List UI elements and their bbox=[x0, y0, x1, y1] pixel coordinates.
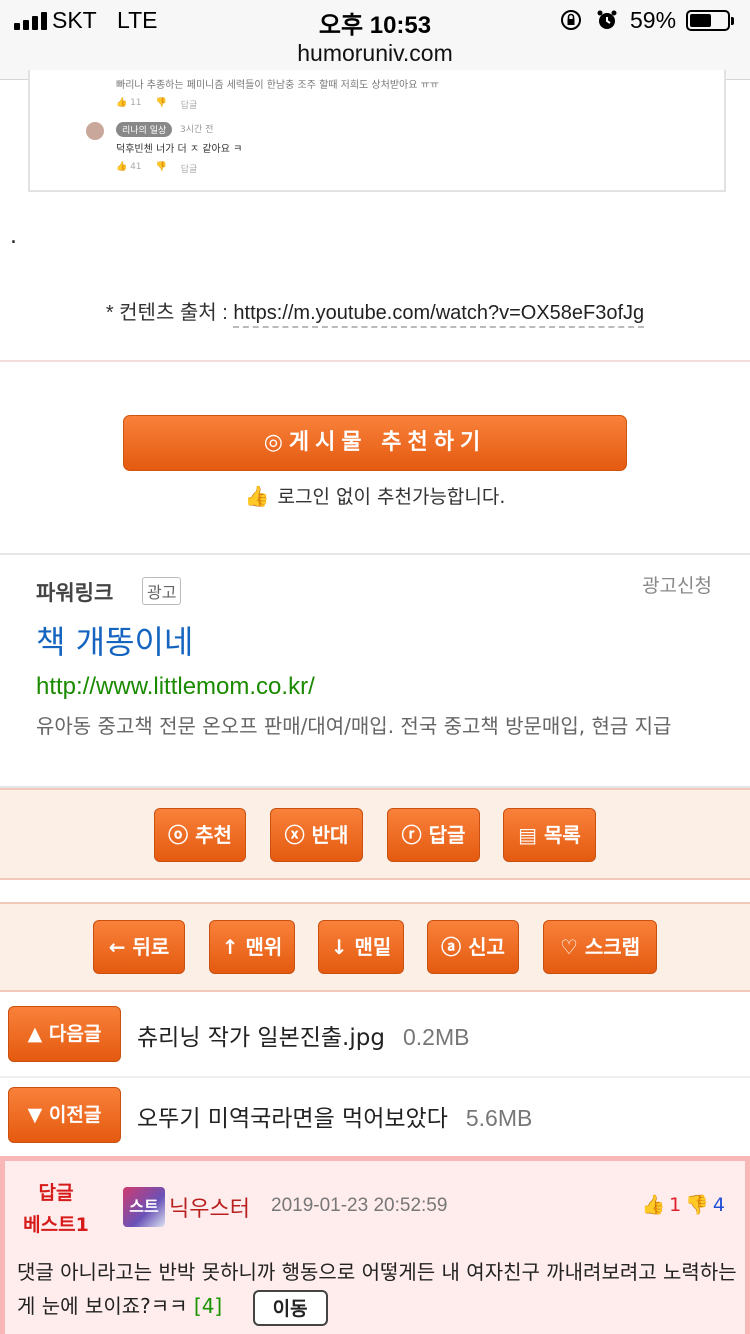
shot-like-icon: 👍 41 bbox=[116, 162, 142, 172]
next-post-title[interactable]: 츄리닝 작가 일본진출.jpg bbox=[137, 1025, 385, 1051]
shot-reply-label: 답글 bbox=[180, 165, 198, 175]
scroll-top-button[interactable]: ↑ 맨위 bbox=[209, 920, 295, 974]
next-post-size: 0.2MB bbox=[402, 1024, 470, 1050]
ad-badge: 광고 bbox=[142, 577, 182, 605]
next-post-link[interactable]: 츄리닝 작가 일본진출.jpg 0.2MB bbox=[137, 1018, 469, 1052]
source-label: * 컨텐츠 출처 : bbox=[105, 302, 228, 324]
downvote-count: 4 bbox=[712, 1193, 725, 1216]
shot-reply-label: 답글 bbox=[180, 101, 198, 111]
avatar[interactable]: 스트 bbox=[123, 1187, 165, 1227]
oppose-button[interactable]: ⓧ 반대 bbox=[270, 808, 363, 862]
shot-avatar bbox=[86, 122, 104, 140]
recommend-post-button[interactable]: ◎게시물 추천하기 bbox=[123, 415, 627, 471]
ad-headline-link[interactable]: 책 개똥이네 bbox=[36, 617, 193, 663]
shot-reply-text: 덕후빈첸 너가 더 ㅈ 같아요 ㅋ bbox=[116, 144, 243, 155]
shot-reply-meta: 👍 41 👎 답글 bbox=[116, 162, 197, 175]
shot-time-ago: 3시간 전 bbox=[180, 125, 214, 135]
best-comment-label: 답글 베스트1 bbox=[19, 1177, 93, 1241]
back-button[interactable]: ← 뒤로 bbox=[93, 920, 185, 974]
thumbs-up-icon: 👍 bbox=[244, 484, 270, 508]
browser-top-bar: SKT LTE 오후 10:53 59% humoruniv.com bbox=[0, 0, 750, 80]
address-bar-url[interactable]: humoruniv.com bbox=[0, 40, 750, 67]
downvote-icon[interactable]: 👎 bbox=[685, 1193, 709, 1216]
reply-button[interactable]: ⓡ 답글 bbox=[387, 808, 480, 862]
recommend-button[interactable]: ⓞ 추천 bbox=[154, 808, 246, 862]
move-button[interactable]: 이동 bbox=[252, 1289, 328, 1326]
comment-body: 댓글 아니라고는 반박 못하니까 행동으로 어떻게든 내 여자친구 까내려보려고… bbox=[17, 1255, 743, 1326]
recommend-note: 👍 로그인 없이 추천가능합니다. bbox=[0, 482, 750, 509]
scroll-bottom-button[interactable]: ↓ 맨밑 bbox=[318, 920, 404, 974]
post-action-bar: ⓞ 추천 ⓧ 반대 ⓡ 답글 ▤ 목록 bbox=[0, 788, 750, 880]
ad-url-link[interactable]: http://www.littlemom.co.kr/ bbox=[36, 673, 315, 701]
alarm-icon bbox=[597, 10, 617, 29]
prev-post-link[interactable]: 오뚜기 미역국라면을 먹어보았다 5.6MB bbox=[137, 1099, 532, 1133]
recommend-note-text: 로그인 없이 추천가능합니다. bbox=[277, 486, 506, 508]
report-button[interactable]: ⓐ 신고 bbox=[427, 920, 519, 974]
best-label-line2: 베스트1 bbox=[23, 1214, 89, 1236]
ad-section-title: 파워링크 bbox=[36, 581, 114, 605]
shot-like-icon: 👍 11 bbox=[116, 98, 142, 108]
embedded-comment-image: 빠리나 추종하는 페미니즘 세력들이 한남충 조주 할때 저희도 상처받아요 ㅠ… bbox=[28, 70, 726, 192]
shot-comment-meta: 👍 11 👎 답글 bbox=[116, 98, 197, 111]
next-post-button[interactable]: ▲ 다음글 bbox=[8, 1006, 121, 1062]
upvote-icon[interactable]: 👍 bbox=[641, 1193, 665, 1216]
shot-dislike-icon: 👎 bbox=[155, 162, 167, 172]
post-body-dot: . bbox=[10, 224, 17, 249]
comment-votes: 👍 1 👎 4 bbox=[641, 1193, 725, 1217]
prev-post-button[interactable]: ▼ 이전글 bbox=[8, 1087, 121, 1143]
rotation-lock-icon bbox=[561, 10, 581, 30]
shot-user-badge: 리나의 일상 bbox=[116, 122, 173, 137]
source-link[interactable]: https://m.youtube.com/watch?v=OX58eF3ofJ… bbox=[233, 302, 645, 328]
prev-post-row: ▼ 이전글 오뚜기 미역국라면을 먹어보았다 5.6MB bbox=[0, 1078, 750, 1158]
reply-count: [4] bbox=[193, 1294, 223, 1318]
shot-comment-text: 빠리나 추종하는 페미니즘 세력들이 한남충 조주 할때 저희도 상처받아요 ㅠ… bbox=[116, 80, 440, 91]
battery-percent: 59% bbox=[630, 7, 677, 33]
best-label-line1: 답글 bbox=[38, 1182, 74, 1204]
list-button[interactable]: ▤ 목록 bbox=[503, 808, 596, 862]
shot-dislike-icon: 👎 bbox=[155, 98, 167, 108]
ad-description: 유아동 중고책 전문 온오프 판매/대여/매입. 전국 중고책 방문매입, 현금… bbox=[36, 714, 672, 738]
upvote-count: 1 bbox=[669, 1193, 682, 1216]
prev-post-title[interactable]: 오뚜기 미역국라면을 먹어보았다 bbox=[137, 1106, 448, 1132]
scrap-button[interactable]: ♡ 스크랩 bbox=[543, 920, 657, 974]
comment-date: 2019-01-23 20:52:59 bbox=[271, 1195, 448, 1216]
content-source: * 컨텐츠 출처 : https://m.youtube.com/watch?v… bbox=[0, 296, 750, 328]
divider bbox=[0, 360, 750, 362]
comment-text: 댓글 아니라고는 반박 못하니까 행동으로 어떻게든 내 여자친구 까내려보려고… bbox=[17, 1260, 737, 1318]
power-link-ad: 파워링크 광고 광고신청 책 개똥이네 http://www.littlemom… bbox=[0, 553, 750, 788]
page-action-bar: ← 뒤로 ↑ 맨위 ↓ 맨밑 ⓐ 신고 ♡ 스크랩 bbox=[0, 902, 750, 992]
battery-icon bbox=[686, 10, 734, 31]
prev-post-size: 5.6MB bbox=[465, 1105, 533, 1131]
ad-apply-link[interactable]: 광고신청 bbox=[642, 571, 712, 598]
best-comment: 답글 베스트1 스트 닉우스터 2019-01-23 20:52:59 👍 1 … bbox=[0, 1156, 750, 1334]
comment-author[interactable]: 닉우스터 bbox=[169, 1191, 250, 1223]
next-post-row: ▲ 다음글 츄리닝 작가 일본진출.jpg 0.2MB bbox=[0, 996, 750, 1076]
